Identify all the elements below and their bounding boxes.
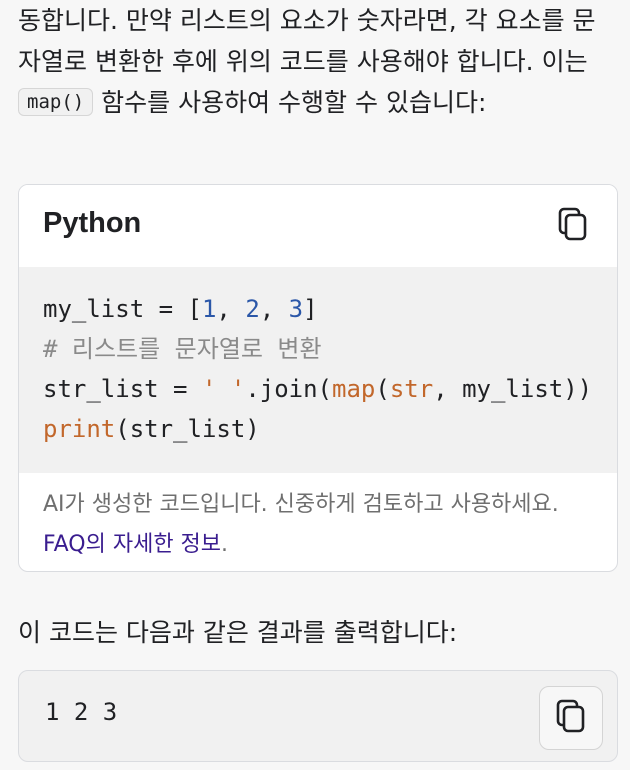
code-block-header: Python (19, 185, 617, 267)
faq-link[interactable]: FAQ의 자세한 정보 (43, 532, 221, 557)
code-block: Python my_list = [1, 2, 3] # 리스트를 문자열로 변… (18, 184, 618, 572)
result-intro-paragraph: 이 코드는 다음과 같은 결과를 출력합니다: (18, 618, 458, 647)
disclaimer-end: . (221, 532, 229, 557)
code-line-4: print(str_list) (43, 415, 260, 443)
output-text: 1 2 3 (45, 698, 118, 726)
chat-response: 동합니다. 만약 리스트의 요소가 숫자라면, 각 요소를 문자열로 변환한 후… (0, 0, 630, 770)
intro-text-before: 동합니다. 만약 리스트의 요소가 숫자라면, 각 요소를 문자열로 변환한 후… (18, 6, 596, 76)
code-disclaimer: AI가 생성한 코드입니다. 신중하게 검토하고 사용하세요. FAQ의 자세한… (19, 473, 617, 565)
code-line-1: my_list = [1, 2, 3] (43, 295, 318, 323)
copy-icon (556, 699, 586, 737)
code-content: my_list = [1, 2, 3] # 리스트를 문자열로 변환 str_l… (19, 267, 617, 473)
intro-text-after: 함수를 사용하여 수행할 수 있습니다: (93, 88, 487, 117)
code-language-label: Python (43, 207, 142, 239)
disclaimer-text: AI가 생성한 코드입니다. 신중하게 검토하고 사용하세요. (43, 492, 559, 517)
copy-icon (558, 207, 588, 245)
output-block: 1 2 3 (18, 670, 618, 762)
code-line-2: # 리스트를 문자열로 변환 (43, 335, 322, 363)
intro-paragraph: 동합니다. 만약 리스트의 요소가 숫자라면, 각 요소를 문자열로 변환한 후… (18, 0, 618, 123)
copy-code-button[interactable] (551, 204, 595, 248)
code-line-3: str_list = ' '.join(map(str, my_list)) (43, 375, 593, 403)
inline-code-map: map() (18, 88, 94, 116)
copy-output-button[interactable] (539, 686, 603, 750)
